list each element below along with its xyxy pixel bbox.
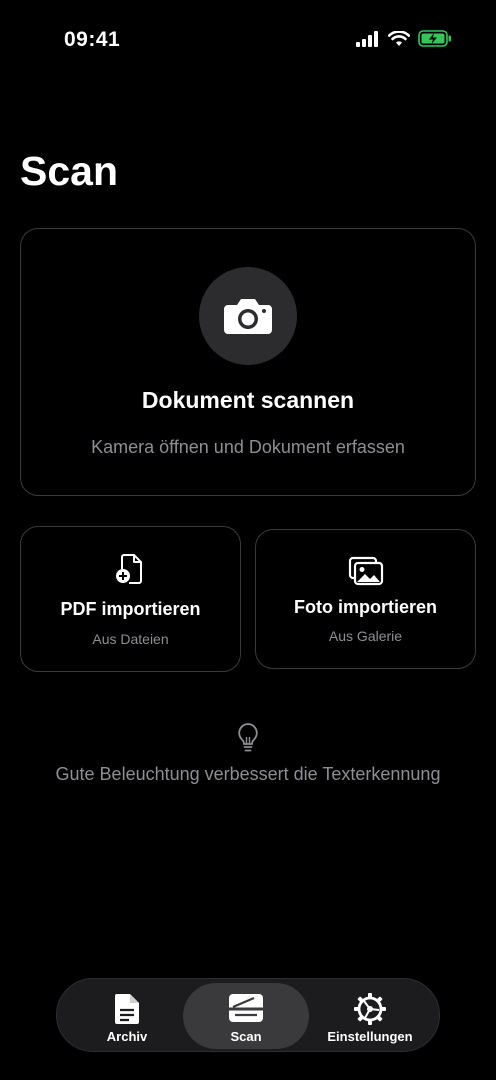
gear-icon xyxy=(354,993,386,1025)
document-icon xyxy=(115,994,139,1024)
import-photo-card[interactable]: Foto importieren Aus Galerie xyxy=(255,529,476,669)
signal-icon xyxy=(356,30,378,47)
photo-card-subtitle: Aus Galerie xyxy=(328,628,403,644)
photos-icon xyxy=(348,556,383,586)
tab-scan[interactable]: Scan xyxy=(183,983,309,1049)
pdf-card-subtitle: Aus Dateien xyxy=(92,631,169,647)
scan-card-title: Dokument scannen xyxy=(141,387,355,413)
scan-document-card[interactable]: Dokument scannen Kamera öffnen und Dokum… xyxy=(20,228,476,496)
tab-bar: Archiv Scan Einstellungen xyxy=(56,978,440,1052)
page-title: Scan xyxy=(20,148,118,194)
status-bar: 09:41 xyxy=(0,0,496,80)
tab-label: Scan xyxy=(230,1029,262,1044)
status-icons xyxy=(356,30,452,47)
status-time: 09:41 xyxy=(64,28,121,51)
tip-text: Gute Beleuchtung verbessert die Texterke… xyxy=(55,764,441,784)
file-add-icon xyxy=(115,554,142,584)
tab-label: Archiv xyxy=(106,1029,148,1044)
camera-icon xyxy=(224,299,272,334)
wifi-icon xyxy=(388,30,410,46)
pdf-card-title: PDF importieren xyxy=(60,599,201,619)
scanner-icon xyxy=(229,994,263,1022)
battery-icon xyxy=(418,30,451,47)
scan-card-subtitle: Kamera öffnen und Dokument erfassen xyxy=(91,437,405,457)
tab-archiv[interactable]: Archiv xyxy=(64,983,190,1049)
import-pdf-card[interactable]: PDF importieren Aus Dateien xyxy=(20,526,241,672)
tab-einstellungen[interactable]: Einstellungen xyxy=(307,983,433,1049)
camera-button[interactable] xyxy=(199,267,297,365)
lightbulb-icon xyxy=(238,723,258,752)
photo-card-title: Foto importieren xyxy=(294,597,437,617)
tab-label: Einstellungen xyxy=(327,1029,413,1044)
